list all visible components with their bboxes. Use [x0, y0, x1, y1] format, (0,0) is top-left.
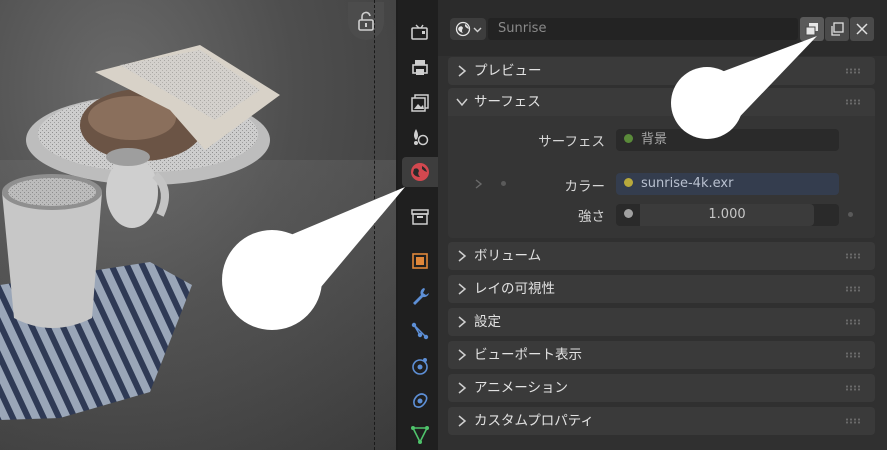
duplicate-world-button[interactable]: [825, 17, 849, 41]
tab-particles[interactable]: [404, 316, 436, 346]
panel-title: カスタムプロパティ: [474, 413, 594, 429]
color-texture-value: sunrise-4k.exr: [641, 176, 734, 191]
chevron-right-icon: [458, 382, 467, 394]
color-socket-icon: [624, 178, 633, 187]
chevron-right-icon: [458, 65, 467, 77]
physics-icon: [412, 358, 428, 375]
fake-user-button[interactable]: [800, 17, 824, 41]
tab-physics[interactable]: [404, 351, 436, 381]
unlink-world-button[interactable]: [850, 17, 874, 41]
strength-label: 強さ: [578, 209, 605, 225]
tab-collection[interactable]: [404, 202, 436, 232]
panel-surface: サーフェス サーフェス 背景 カラー sunrise-4k.exr 強さ 1.0…: [448, 88, 875, 238]
surface-shader-value: 背景: [641, 132, 668, 147]
panel-title: 設定: [474, 314, 501, 330]
world-icon: [411, 163, 429, 181]
world-name-field[interactable]: Sunrise: [488, 18, 798, 40]
float-socket-icon: [624, 209, 633, 218]
chevron-right-icon: [458, 250, 467, 262]
panel-surface-header[interactable]: サーフェス: [448, 88, 875, 116]
panel-title: サーフェス: [474, 94, 541, 110]
chevron-down-icon: [473, 27, 481, 32]
strength-field[interactable]: 1.000: [616, 204, 839, 226]
unlock-icon: [358, 11, 374, 31]
drag-handle-icon[interactable]: [845, 385, 861, 391]
3d-viewport[interactable]: [0, 0, 398, 450]
drag-handle-icon[interactable]: [845, 352, 861, 358]
properties-tab-bar: [398, 0, 438, 450]
panel-settings[interactable]: 設定: [448, 308, 875, 336]
scene-icon: [414, 129, 429, 146]
drag-handle-icon[interactable]: [845, 286, 861, 292]
particles-icon: [411, 322, 429, 340]
drag-handle-icon[interactable]: [845, 319, 861, 325]
keyframe-dot-icon[interactable]: [848, 212, 853, 217]
properties-panel: Sunrise プレビュー サーフェス サーフェス 背景 カラー sunrise…: [438, 0, 887, 450]
chevron-right-icon: [458, 283, 467, 295]
panel-animation[interactable]: アニメーション: [448, 374, 875, 402]
chevron-right-icon: [458, 349, 467, 361]
world-browse-button[interactable]: [450, 18, 486, 40]
tab-render[interactable]: [404, 18, 436, 48]
panel-custom-properties[interactable]: カスタムプロパティ: [448, 407, 875, 435]
panel-title: ボリューム: [474, 248, 542, 264]
expand-link-icon[interactable]: [474, 178, 484, 190]
color-texture-field[interactable]: sunrise-4k.exr: [616, 173, 839, 195]
drag-handle-icon[interactable]: [845, 418, 861, 424]
shader-socket-icon: [624, 134, 633, 143]
constraints-icon: [413, 393, 428, 408]
chevron-down-icon: [456, 98, 468, 107]
color-label: カラー: [564, 179, 606, 195]
rendered-scene: [0, 45, 280, 420]
lock-camera-button[interactable]: [348, 2, 384, 40]
modifier-icon: [413, 288, 429, 305]
tab-modifiers[interactable]: [404, 281, 436, 311]
camera-frame-border: [374, 0, 375, 450]
drag-handle-icon[interactable]: [845, 253, 861, 259]
close-icon: [856, 23, 868, 35]
tab-object[interactable]: [404, 246, 436, 276]
panel-viewport-display[interactable]: ビューポート表示: [448, 341, 875, 369]
collection-icon: [411, 209, 429, 225]
tab-constraints[interactable]: [404, 386, 436, 416]
panel-preview[interactable]: プレビュー: [448, 57, 875, 85]
output-icon: [412, 60, 428, 75]
data-icon: [411, 426, 429, 444]
render-icon: [411, 24, 428, 40]
panel-ray-visibility[interactable]: レイの可視性: [448, 275, 875, 303]
panel-title: ビューポート表示: [474, 347, 582, 363]
world-icon: [455, 21, 470, 37]
surface-shader-field[interactable]: 背景: [616, 129, 839, 151]
chevron-right-icon: [458, 415, 467, 427]
tab-data[interactable]: [404, 420, 436, 450]
surface-label: サーフェス: [538, 134, 605, 150]
tab-scene[interactable]: [404, 122, 436, 152]
panel-volume[interactable]: ボリューム: [448, 242, 875, 270]
object-icon: [412, 253, 428, 269]
panel-title: レイの可視性: [474, 281, 555, 297]
panel-title: プレビュー: [474, 63, 542, 79]
drag-handle-icon[interactable]: [845, 68, 861, 74]
stack-icon: [805, 23, 818, 36]
drag-handle-icon[interactable]: [845, 99, 861, 105]
tab-output[interactable]: [404, 52, 436, 82]
duplicate-icon: [831, 22, 844, 36]
strength-value: 1.000: [640, 204, 814, 226]
tab-view-layer[interactable]: [404, 88, 436, 118]
panel-title: アニメーション: [474, 380, 568, 396]
view-layer-icon: [411, 94, 429, 112]
tab-world[interactable]: [402, 157, 438, 187]
world-header: Sunrise: [438, 0, 887, 56]
chevron-right-icon: [458, 316, 467, 328]
